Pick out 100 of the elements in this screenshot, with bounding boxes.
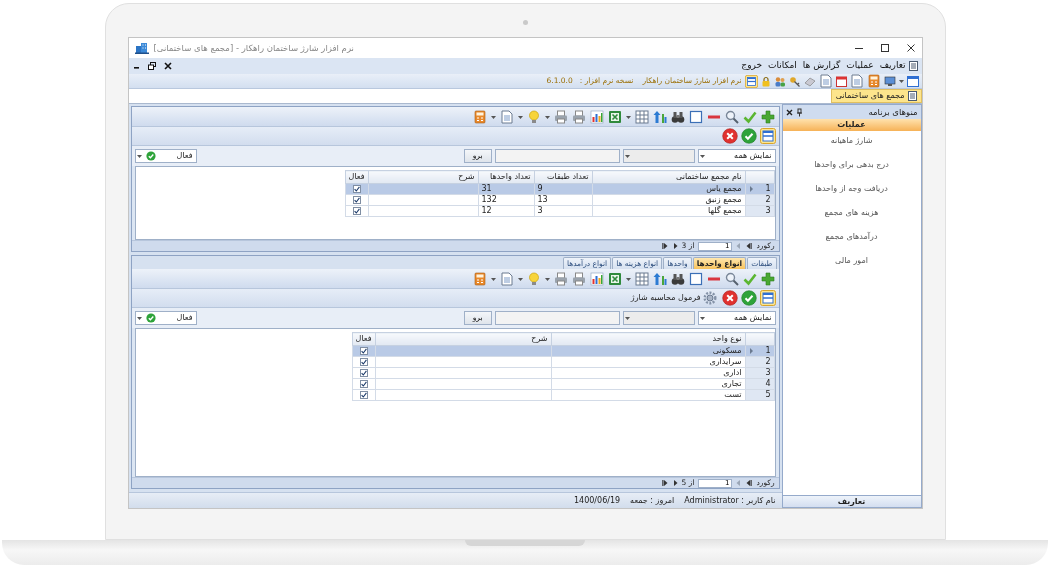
document-icon[interactable] [499,271,514,286]
confirm-icon[interactable] [740,290,757,306]
checkbox[interactable] [352,195,361,204]
menu-item[interactable]: عملیات [843,59,877,73]
next-icon[interactable] [672,479,678,487]
tick-icon [360,391,367,398]
sidebar-item[interactable]: شارژ ماهیانه [830,135,873,147]
column-header[interactable]: فعال [345,170,368,184]
column-header[interactable]: نوع واحد [551,332,745,346]
next-icon[interactable] [672,242,678,250]
menu-item[interactable]: امکانات [765,59,800,73]
users-icon[interactable] [773,75,786,87]
check-icon[interactable] [742,109,757,124]
close-icon[interactable] [905,43,916,53]
today-label: امروز : جمعه [630,494,675,507]
last-page-icon[interactable] [661,242,669,250]
spreadsheet-icon[interactable] [607,271,622,286]
layout-icon[interactable] [759,290,776,306]
document-tab[interactable]: مجمع های ساختمانی [830,89,922,103]
first-page-icon[interactable] [745,242,753,250]
column-header[interactable]: نام مجمع ساختمانی [592,170,745,184]
sidebar-item[interactable]: درج بدهی برای واحدها [814,159,889,171]
layout-icon[interactable] [744,74,758,88]
restore-icon[interactable] [147,62,156,70]
calendar-icon[interactable] [835,75,847,87]
last-page-icon[interactable] [661,479,669,487]
sort-icon[interactable] [652,271,667,286]
close-icon[interactable] [785,108,793,116]
pin-icon[interactable] [795,107,803,117]
sidebar-item[interactable]: امور مالی [835,255,868,267]
grid-icon[interactable] [634,271,649,286]
checkbox[interactable] [359,357,368,366]
monitor-icon[interactable] [883,75,896,87]
checkbox[interactable] [359,390,368,399]
printer-icon[interactable] [553,271,568,286]
grid-icon[interactable] [634,109,649,124]
printer-icon[interactable] [571,271,586,286]
menu-item[interactable]: تعاریف [876,59,909,73]
column-header[interactable]: شرح [375,332,551,346]
printer-icon[interactable] [553,109,568,124]
section-header[interactable]: تعاریف [782,495,921,507]
checkbox[interactable] [359,379,368,388]
calculator-icon[interactable] [472,271,487,286]
cancel-icon[interactable] [721,128,738,144]
plus-icon[interactable] [760,109,775,124]
status-dropdown[interactable]: فعال [134,311,197,325]
bulb-icon[interactable] [526,271,541,286]
document-icon[interactable] [499,109,514,124]
table-cell: 12 [478,205,534,217]
chart-icon[interactable] [589,271,604,286]
binoculars-icon[interactable] [670,109,685,124]
section-header[interactable]: عملیات [782,119,921,131]
search-field[interactable] [494,149,620,163]
sidebar-item[interactable]: درآمدهای مجمع [825,231,878,243]
plus-icon[interactable] [760,271,775,286]
column-header[interactable]: تعداد واحدها [478,170,534,184]
close-icon[interactable] [163,62,172,70]
cancel-icon[interactable] [721,290,738,306]
show-dropdown[interactable]: نمایش همه [697,311,776,325]
bulb-icon[interactable] [526,109,541,124]
check-icon[interactable] [742,271,757,286]
frame-icon[interactable] [688,271,703,286]
maximize-icon[interactable] [879,43,890,53]
row-number: 2 [765,195,771,205]
row-number: 3 [765,368,771,378]
printer-icon[interactable] [571,109,586,124]
status-dropdown[interactable]: فعال [134,149,197,163]
confirm-icon[interactable] [740,128,757,144]
column-header[interactable]: فعال [352,332,375,346]
search-field[interactable] [494,311,620,325]
binoculars-icon[interactable] [670,271,685,286]
window-icon[interactable] [906,75,919,87]
calculator-icon[interactable] [472,109,487,124]
sidebar-item[interactable]: دریافت وجه از واحدها [815,183,888,195]
checkbox[interactable] [359,346,368,355]
frame-icon[interactable] [688,109,703,124]
sort-icon[interactable] [652,109,667,124]
search-icon[interactable] [724,109,739,124]
spreadsheet-icon[interactable] [607,109,622,124]
column-header[interactable]: شرح [368,170,478,184]
calculator-icon[interactable] [866,74,881,88]
row-number: 5 [765,390,771,400]
table-cell: 132 [478,194,534,206]
checkbox[interactable] [352,206,361,215]
checkbox[interactable] [359,368,368,377]
chart-icon[interactable] [589,109,604,124]
formula-button[interactable]: فرمول محاسبه شارژ [628,291,719,305]
show-dropdown[interactable]: نمایش همه [697,149,776,163]
menu-item[interactable]: خروج [738,59,766,73]
search-icon[interactable] [724,271,739,286]
document-icon[interactable] [849,74,864,88]
column-header[interactable]: تعداد طبقات [534,170,592,184]
sidebar-item[interactable]: هزینه های مجمع [824,207,879,219]
lock-icon[interactable] [760,75,771,87]
document-icon[interactable] [818,74,833,88]
layout-icon[interactable] [759,128,776,144]
first-page-icon[interactable] [745,479,753,487]
key-icon[interactable] [788,75,801,87]
menu-item[interactable]: گزارش ها [799,59,844,73]
checkbox[interactable] [352,184,361,193]
